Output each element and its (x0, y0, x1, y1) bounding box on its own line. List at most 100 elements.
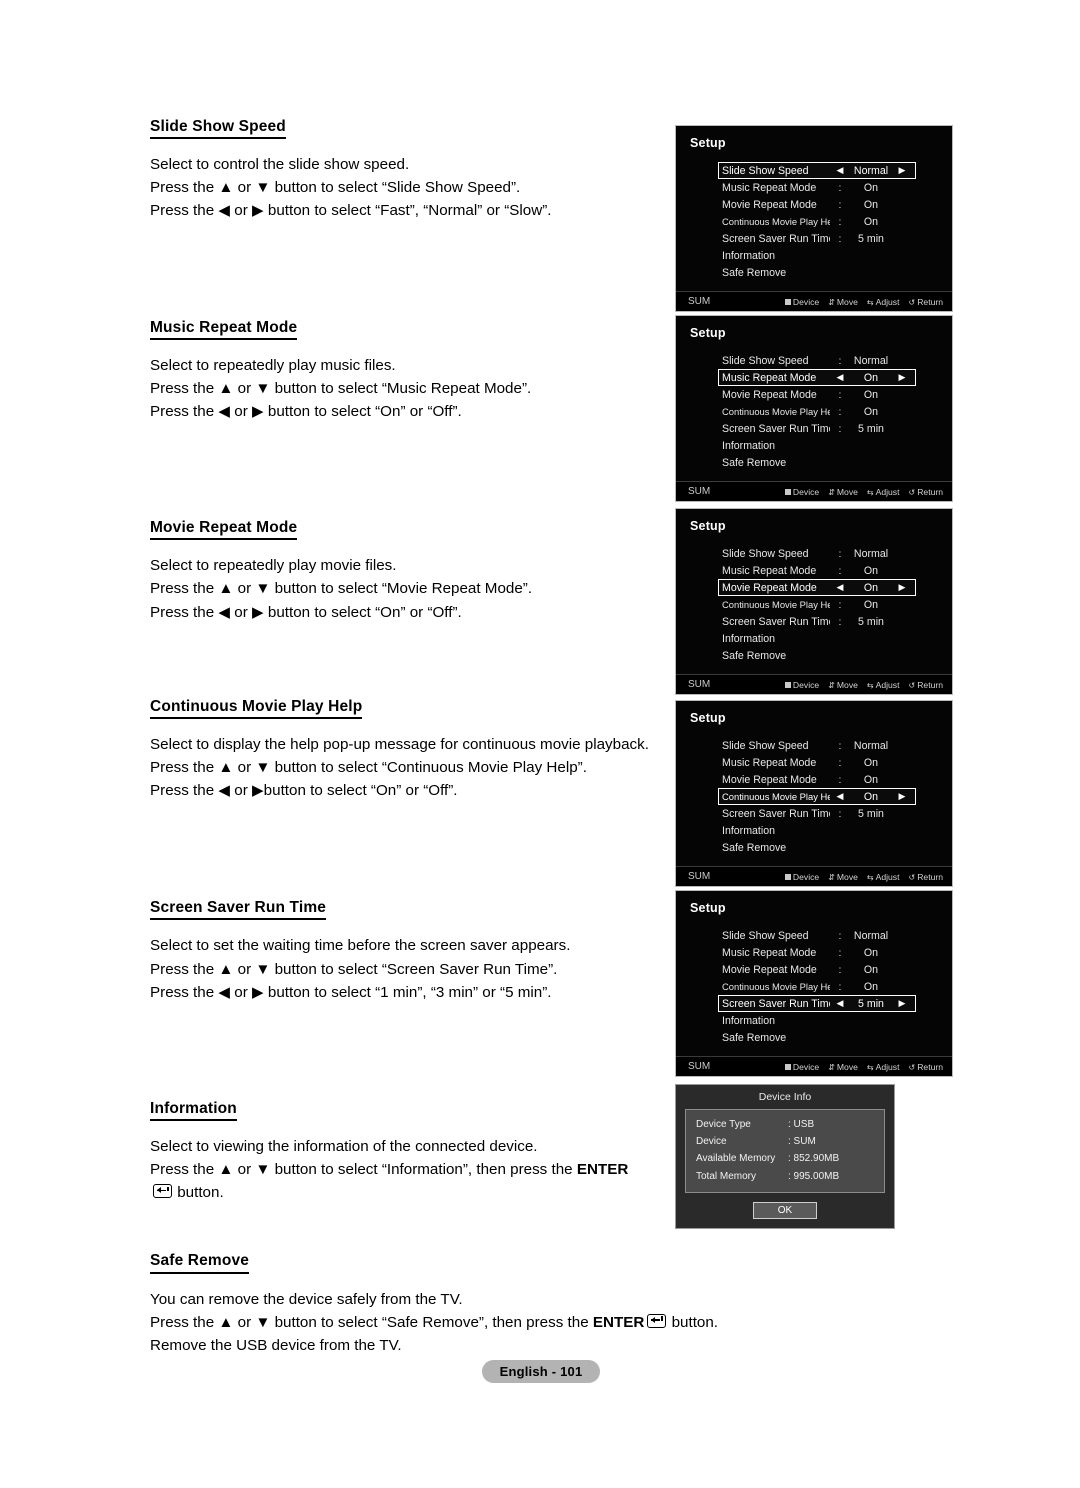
menu-item-value: On (863, 388, 879, 401)
device-name-label: SUM (688, 486, 711, 497)
setup-menu-item-music-repeat-mode[interactable]: Music Repeat Mode ◀ On ▶ (718, 369, 916, 386)
setup-menu-title: Setup (690, 136, 726, 150)
left-arrow-icon[interactable]: ◀ (830, 372, 850, 383)
page-footer-badge: English - 101 (482, 1360, 600, 1383)
menu-item-label: Safe Remove (722, 1031, 787, 1044)
setup-menu-item-slide-show-speed[interactable]: Slide Show Speed:◀Normal▶ (718, 737, 916, 754)
menu-item-value: On (863, 790, 879, 803)
setup-menu-item-continuous-movie-play-help[interactable]: Continuous Movie Play Help:◀On▶ (718, 403, 916, 420)
menu-item-label: Continuous Movie Play Help (722, 599, 830, 610)
setup-menu-item-slide-show-speed[interactable]: Slide Show Speed:◀Normal▶ (718, 545, 916, 562)
setup-menu-item-slide-show-speed[interactable]: Slide Show Speed:◀Normal▶ (718, 927, 916, 944)
setup-menu-item-music-repeat-mode[interactable]: Music Repeat Mode:◀On▶ (718, 754, 916, 771)
section-screen-saver-run-time: Screen Saver Run Time Select to set the … (150, 899, 650, 1004)
setup-menu-item-safe-remove[interactable]: Safe Remove:◀▶ (718, 454, 916, 471)
footer-hint-label: Move (836, 1061, 858, 1072)
menu-item-separator: : (838, 807, 842, 820)
menu-item-value: Normal (853, 547, 889, 560)
section-line: Press the ◀ or ▶button to select “On” or… (150, 782, 458, 800)
setup-menu-item-safe-remove[interactable]: Safe Remove:◀▶ (718, 839, 916, 856)
menu-item-label: Slide Show Speed (722, 547, 809, 560)
footer-hint-adjust: ⇆ Adjust (867, 680, 900, 690)
footer-hint-device: Device (784, 872, 819, 882)
setup-menu-item-movie-repeat-mode[interactable]: Movie Repeat Mode:◀On▶ (718, 386, 916, 403)
section-line: Select to repeatedly play movie files. (150, 557, 397, 575)
menu-item-separator: : (838, 405, 842, 418)
menu-item-separator: : (838, 946, 842, 959)
section-line: Press the ▲ or ▼ button to select “Conti… (150, 759, 587, 776)
setup-menu-item-screen-saver-run-time[interactable]: Screen Saver Run Time:◀5 min▶ (718, 420, 916, 437)
section-heading: Movie Repeat Mode (150, 519, 298, 541)
footer-hint-label: Return (917, 871, 943, 882)
footer-hint-label: Move (836, 486, 858, 497)
setup-menu-item-screen-saver-run-time[interactable]: Screen Saver Run Time:◀5 min▶ (718, 230, 916, 247)
setup-menu-item-continuous-movie-play-help[interactable]: Continuous Movie Play Help:◀On▶ (718, 978, 916, 995)
left-arrow-icon[interactable]: ◀ (830, 791, 850, 802)
setup-menu-item-information[interactable]: Information:◀▶ (718, 437, 916, 454)
right-arrow-icon[interactable]: ▶ (892, 998, 912, 1009)
left-arrow-icon[interactable]: ◀ (830, 165, 850, 176)
setup-menu-item-music-repeat-mode[interactable]: Music Repeat Mode:◀On▶ (718, 562, 916, 579)
setup-menu-item-safe-remove[interactable]: Safe Remove:◀▶ (718, 264, 916, 281)
setup-menu-item-information[interactable]: Information:◀▶ (718, 630, 916, 647)
right-arrow-icon[interactable]: ▶ (892, 791, 912, 802)
setup-menu-item-continuous-movie-play-help[interactable]: Continuous Movie Play Help:◀On▶ (718, 213, 916, 230)
section-line: Press the ▲ or ▼ button to select “Movie… (150, 580, 533, 598)
setup-menu-item-movie-repeat-mode[interactable]: Movie Repeat Mode:◀On▶ (718, 771, 916, 788)
ok-button[interactable]: OK (753, 1201, 817, 1219)
menu-item-separator: : (838, 980, 842, 993)
setup-menu-item-screen-saver-run-time[interactable]: Screen Saver Run Time:◀5 min▶ (718, 613, 916, 630)
device-info-row: Available Memory : 852.90MB (686, 1150, 884, 1167)
section-information: Information Select to viewing the inform… (150, 1100, 650, 1205)
square-icon (784, 298, 791, 305)
setup-menu-item-movie-repeat-mode[interactable]: Movie Repeat Mode:◀On▶ (718, 196, 916, 213)
menu-item-value: On (863, 181, 879, 194)
setup-menu-item-continuous-movie-play-help[interactable]: Continuous Movie Play Help ◀ On ▶ (718, 788, 916, 805)
enter-key-label: ENTER (576, 1161, 629, 1179)
section-heading: Screen Saver Run Time (150, 899, 327, 921)
setup-menu-item-safe-remove[interactable]: Safe Remove:◀▶ (718, 647, 916, 664)
menu-item-label: Music Repeat Mode (722, 564, 817, 577)
right-arrow-icon[interactable]: ▶ (892, 165, 912, 176)
setup-menu-item-music-repeat-mode[interactable]: Music Repeat Mode:◀On▶ (718, 944, 916, 961)
footer-hint-adjust: ⇆ Adjust (867, 487, 900, 497)
setup-menu-item-slide-show-speed[interactable]: Slide Show Speed:◀Normal▶ (718, 352, 916, 369)
menu-item-label: Slide Show Speed (722, 739, 809, 752)
setup-menu-item-music-repeat-mode[interactable]: Music Repeat Mode:◀On▶ (718, 179, 916, 196)
setup-menu-item-information[interactable]: Information:◀▶ (718, 822, 916, 839)
return-arrow-icon: ↺ (908, 297, 916, 307)
footer-hint-move: ⇵ Move (828, 297, 858, 307)
right-arrow-icon[interactable]: ▶ (892, 582, 912, 593)
menu-item-value: On (863, 963, 879, 976)
left-arrow-icon[interactable]: ◀ (830, 998, 850, 1009)
right-arrow-icon[interactable]: ▶ (892, 372, 912, 383)
section-line: Select to set the waiting time before th… (150, 937, 571, 955)
setup-menu-item-screen-saver-run-time[interactable]: Screen Saver Run Time:◀5 min▶ (718, 805, 916, 822)
left-right-arrow-icon: ⇆ (866, 872, 874, 882)
menu-item-label: Screen Saver Run Time (722, 615, 830, 628)
setup-menu-item-continuous-movie-play-help[interactable]: Continuous Movie Play Help:◀On▶ (718, 596, 916, 613)
left-arrow-icon[interactable]: ◀ (830, 582, 850, 593)
square-icon (784, 873, 791, 880)
setup-menu-item-information[interactable]: Information:◀▶ (718, 1012, 916, 1029)
section-line: Select to display the help pop-up messag… (150, 735, 649, 753)
section-heading: Continuous Movie Play Help (150, 698, 363, 719)
section-safe-remove: Safe Remove You can remove the device sa… (150, 1252, 718, 1357)
menu-item-separator: : (838, 756, 842, 769)
section-continuous-movie-play-help: Continuous Movie Play Help Select to dis… (150, 698, 650, 803)
footer-hint-label: Adjust (875, 296, 900, 307)
section-slide-show-speed: Slide Show Speed Select to control the s… (150, 118, 650, 223)
device-name-label: SUM (688, 296, 711, 307)
footer-hint-move: ⇵ Move (828, 1062, 858, 1072)
setup-menu-item-screen-saver-run-time[interactable]: Screen Saver Run Time ◀ 5 min ▶ (718, 995, 916, 1012)
footer-hint-label: Adjust (875, 679, 900, 690)
up-down-arrow-icon: ⇵ (828, 297, 835, 307)
section-music-repeat-mode: Music Repeat Mode Select to repeatedly p… (150, 319, 650, 424)
setup-menu-item-movie-repeat-mode[interactable]: Movie Repeat Mode:◀On▶ (718, 961, 916, 978)
enter-line-pre: Press the ▲ or ▼ button to select “Safe … (150, 1313, 593, 1331)
setup-menu-item-movie-repeat-mode[interactable]: Movie Repeat Mode ◀ On ▶ (718, 579, 916, 596)
footer-hint-return: ↺ Return (909, 487, 944, 497)
setup-menu-item-safe-remove[interactable]: Safe Remove:◀▶ (718, 1029, 916, 1046)
setup-menu-item-slide-show-speed[interactable]: Slide Show Speed ◀ Normal ▶ (718, 162, 916, 179)
setup-menu-item-information[interactable]: Information:◀▶ (718, 247, 916, 264)
